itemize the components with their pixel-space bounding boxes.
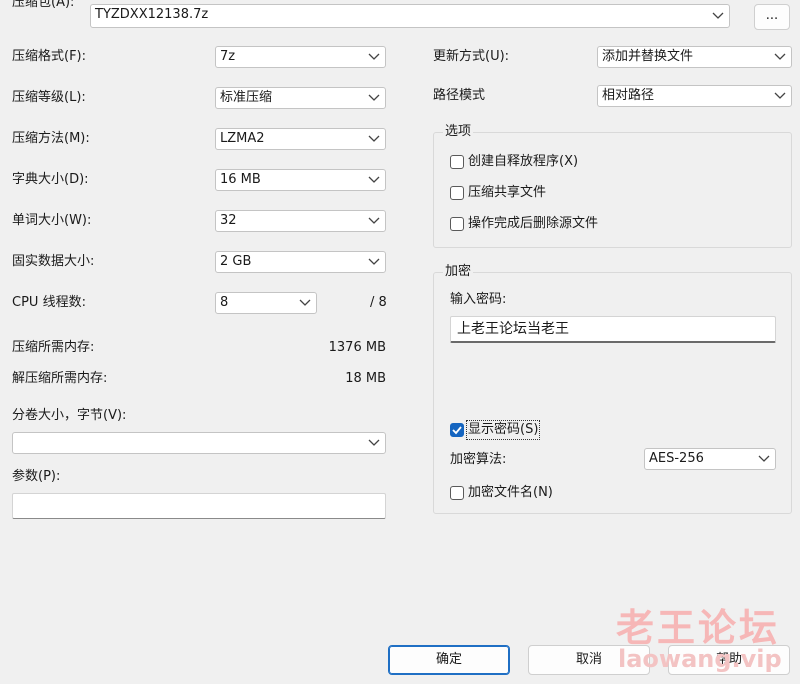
sfx-checkbox[interactable] bbox=[450, 155, 464, 169]
encrypt-names-checkbox[interactable] bbox=[450, 486, 464, 500]
show-password-checkbox[interactable] bbox=[450, 423, 464, 437]
update-select[interactable]: 添加并替换文件 bbox=[597, 46, 792, 68]
solid-select[interactable]: 2 GB bbox=[215, 251, 386, 273]
chevron-down-icon bbox=[368, 135, 380, 143]
dict-label: 字典大小(D): bbox=[12, 172, 89, 187]
chevron-down-icon bbox=[774, 53, 786, 61]
word-select[interactable]: 32 bbox=[215, 210, 386, 232]
level-value: 标准压缩 bbox=[220, 90, 273, 105]
archive-path-combo[interactable]: TYZDXX12138.7z bbox=[90, 4, 730, 28]
watermark-url: laowang.vip bbox=[618, 645, 782, 673]
format-select[interactable]: 7z bbox=[215, 46, 386, 68]
enc-method-value: AES-256 bbox=[649, 451, 704, 466]
password-input[interactable]: 上老王论坛当老王 bbox=[450, 316, 776, 343]
password-label: 输入密码: bbox=[450, 292, 507, 307]
pathmode-label: 路径模式 bbox=[433, 88, 486, 103]
method-label: 压缩方法(M): bbox=[12, 131, 90, 146]
chevron-down-icon bbox=[368, 217, 380, 225]
encrypt-names-label: 加密文件名(N) bbox=[468, 485, 553, 500]
delete-label: 操作完成后删除源文件 bbox=[468, 216, 599, 231]
method-value: LZMA2 bbox=[220, 131, 265, 146]
pathmode-select[interactable]: 相对路径 bbox=[597, 85, 792, 107]
level-select[interactable]: 标准压缩 bbox=[215, 87, 386, 109]
chevron-down-icon bbox=[774, 92, 786, 100]
sfx-label: 创建自释放程序(X) bbox=[468, 154, 579, 169]
options-title: 选项 bbox=[443, 123, 474, 141]
word-label: 单词大小(W): bbox=[12, 213, 92, 228]
pathmode-value: 相对路径 bbox=[602, 88, 655, 103]
chevron-down-icon bbox=[368, 439, 380, 447]
watermark-title: 老王论坛 bbox=[616, 606, 781, 650]
chevron-down-icon bbox=[368, 94, 380, 102]
checkmark-icon bbox=[452, 426, 462, 435]
chevron-down-icon bbox=[299, 299, 311, 307]
solid-label: 固实数据大小: bbox=[12, 254, 95, 269]
chevron-down-icon bbox=[368, 176, 380, 184]
update-value: 添加并替换文件 bbox=[602, 49, 694, 64]
word-value: 32 bbox=[220, 213, 237, 228]
archive-label: 压缩包(A): bbox=[12, 0, 75, 10]
dict-value: 16 MB bbox=[220, 172, 261, 187]
mem-compress-label: 压缩所需内存: bbox=[12, 340, 95, 355]
encryption-title: 加密 bbox=[443, 263, 474, 281]
enc-method-label: 加密算法: bbox=[450, 452, 507, 467]
dict-select[interactable]: 16 MB bbox=[215, 169, 386, 191]
chevron-down-icon bbox=[368, 53, 380, 61]
params-label: 参数(P): bbox=[12, 469, 61, 484]
mem-decompress-value: 18 MB bbox=[345, 371, 386, 386]
chevron-down-icon bbox=[758, 455, 770, 463]
mem-compress-value: 1376 MB bbox=[328, 340, 386, 355]
chevron-down-icon bbox=[712, 12, 724, 20]
threads-value: 8 bbox=[220, 295, 229, 310]
update-label: 更新方式(U): bbox=[433, 49, 510, 64]
ok-button[interactable]: 确定 bbox=[388, 645, 510, 675]
params-input[interactable] bbox=[12, 493, 386, 519]
show-password-label: 显示密码(S) bbox=[465, 420, 541, 440]
browse-button[interactable]: ... bbox=[754, 4, 790, 30]
delete-checkbox[interactable] bbox=[450, 217, 464, 231]
method-select[interactable]: LZMA2 bbox=[215, 128, 386, 150]
solid-value: 2 GB bbox=[220, 254, 252, 269]
format-label: 压缩格式(F): bbox=[12, 49, 87, 64]
shared-checkbox[interactable] bbox=[450, 186, 464, 200]
password-value: 上老王论坛当老王 bbox=[457, 321, 569, 337]
chevron-down-icon bbox=[368, 258, 380, 266]
enc-method-select[interactable]: AES-256 bbox=[644, 448, 776, 470]
threads-max: / 8 bbox=[370, 295, 387, 310]
mem-decompress-label: 解压缩所需内存: bbox=[12, 371, 108, 386]
format-value: 7z bbox=[220, 49, 236, 64]
split-select[interactable] bbox=[12, 432, 386, 454]
level-label: 压缩等级(L): bbox=[12, 90, 86, 105]
threads-label: CPU 线程数: bbox=[12, 295, 86, 310]
archive-path-value: TYZDXX12138.7z bbox=[95, 7, 209, 22]
shared-label: 压缩共享文件 bbox=[468, 185, 547, 200]
split-label: 分卷大小，字节(V): bbox=[12, 408, 127, 423]
threads-select[interactable]: 8 bbox=[215, 292, 317, 314]
